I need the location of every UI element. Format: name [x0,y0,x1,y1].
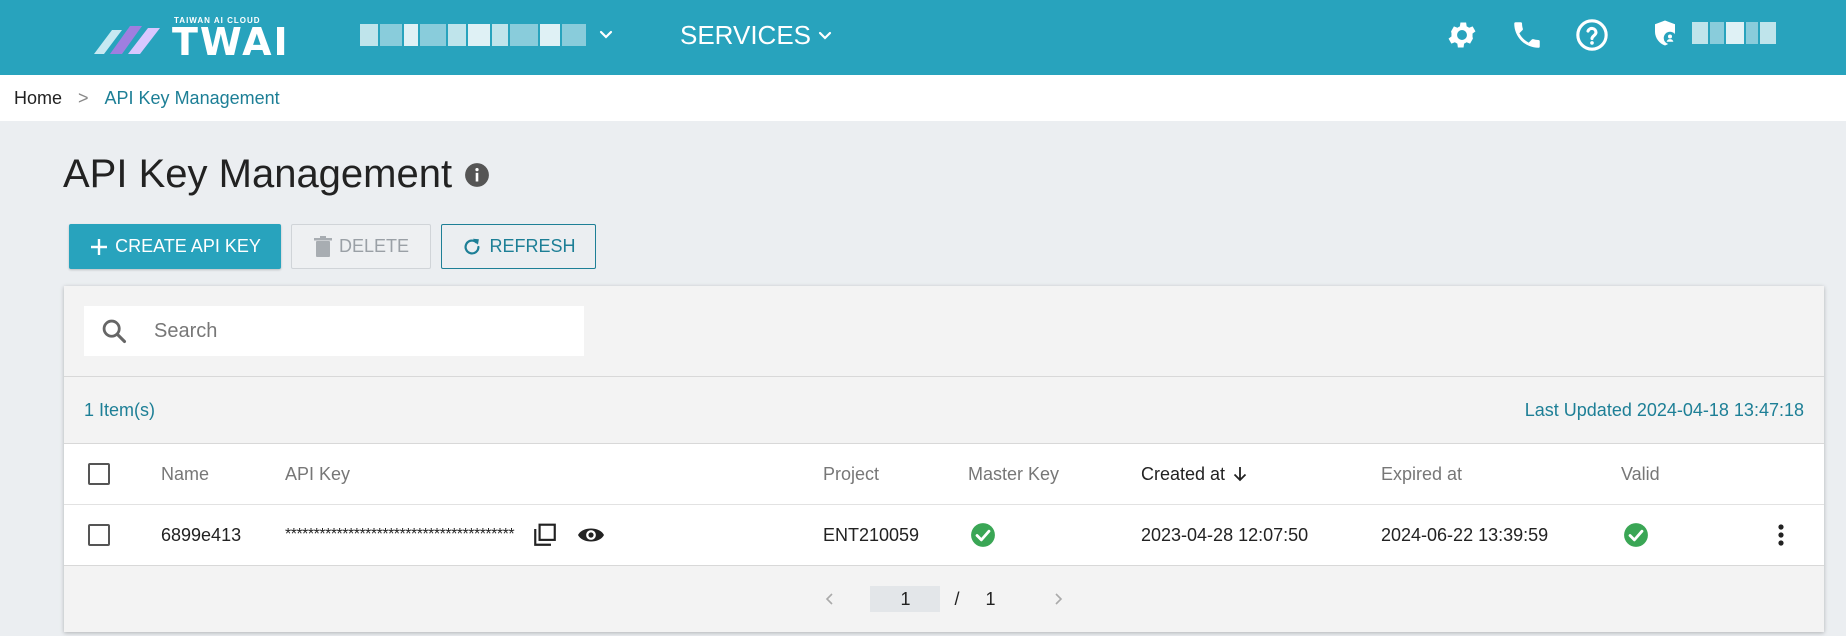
column-header-name[interactable]: Name [161,444,209,504]
tenant-selector[interactable] [360,22,614,48]
column-header-project[interactable]: Project [823,444,879,504]
cell-project: ENT210059 [823,524,920,545]
breadcrumb: Home > API Key Management [0,75,1846,121]
refresh-label: REFRESH [489,236,576,256]
cell-valid [1623,505,1649,565]
breadcrumb-separator: > [78,87,89,108]
cell-api-key: **************************************** [285,505,606,565]
divider [64,376,1824,377]
column-header-expired-at[interactable]: Expired at [1381,444,1462,504]
cell-master-key [970,505,996,565]
api-key-masked: **************************************** [285,526,515,543]
eye-icon[interactable] [576,522,606,548]
services-label: SERVICES [680,20,812,50]
api-key-panel: 1 Item(s) Last Updated 2024-04-18 13:47:… [64,286,1824,632]
page-title-text: API Key Management [63,152,453,196]
logo-subtitle: TAIWAN AI CLOUD [174,16,261,25]
gear-icon[interactable] [1445,18,1479,52]
search-box [84,306,584,356]
column-header-master-key[interactable]: Master Key [968,444,1059,504]
row-select-cell [88,505,110,565]
delete-label: DELETE [338,236,410,256]
refresh-button[interactable]: REFRESH [441,224,596,269]
redacted-tenant-name [360,24,586,46]
phone-icon[interactable] [1510,18,1544,52]
logo-mark-icon [94,26,160,54]
check-circle-icon [971,523,995,547]
chevron-down-icon [818,31,832,40]
breadcrumb-home-link[interactable]: Home [14,88,62,109]
chevron-down-icon [599,30,613,39]
page-title: API Key Management [63,152,490,197]
plus-icon [91,238,108,255]
services-menu[interactable]: SERVICES [680,20,833,51]
breadcrumb-current: API Key Management [104,87,280,108]
refresh-icon [464,238,481,255]
cell-created-at: 2023-04-28 12:07:50 [1141,524,1309,545]
search-icon [102,319,127,344]
page-number-input[interactable] [870,586,941,612]
chevron-right-icon[interactable] [1048,589,1068,609]
page-separator: / [954,588,960,609]
pagination: / 1 [64,566,1824,632]
more-vertical-icon[interactable] [1776,522,1786,548]
create-api-key-label: CREATE API KEY [115,236,261,256]
row-checkbox[interactable] [88,524,110,546]
table-header: Name API Key Project Master Key Created … [64,444,1824,504]
column-header-api-key[interactable]: API Key [285,444,350,504]
twai-logo[interactable]: TAIWAN AI CLOUD TWAI [92,16,290,64]
top-navbar: TAIWAN AI CLOUD TWAI SERVICES [0,0,1846,75]
items-count: 1 Item(s) [84,400,156,420]
redacted-username [1692,22,1776,44]
user-menu[interactable] [1650,18,1776,48]
search-input[interactable] [154,319,554,343]
select-all-cell [88,444,110,504]
help-icon[interactable] [1575,18,1609,52]
delete-button[interactable]: DELETE [291,224,431,269]
last-updated: Last Updated 2024-04-18 13:47:18 [1524,400,1804,420]
info-icon[interactable] [464,162,490,188]
trash-icon [313,235,332,257]
arrow-down-icon [1233,467,1247,482]
table-row[interactable]: 6899e413 *******************************… [64,505,1824,565]
page-total: 1 [985,588,996,609]
cell-name: 6899e413 [161,524,242,545]
user-shield-icon [1655,20,1677,46]
copy-icon[interactable] [532,522,558,548]
column-header-created-at[interactable]: Created at [1141,444,1249,504]
logo-title: TWAI [172,20,290,64]
chevron-left-icon[interactable] [820,589,840,609]
cell-expired-at: 2024-06-22 13:39:59 [1381,524,1549,545]
check-circle-icon [1624,523,1648,547]
column-header-created-at-label: Created at [1141,463,1226,484]
row-actions-cell [1776,505,1786,565]
column-header-valid[interactable]: Valid [1621,444,1660,504]
logo-text: TAIWAN AI CLOUD TWAI [172,16,290,64]
select-all-checkbox[interactable] [88,463,110,485]
create-api-key-button[interactable]: CREATE API KEY [69,224,281,269]
